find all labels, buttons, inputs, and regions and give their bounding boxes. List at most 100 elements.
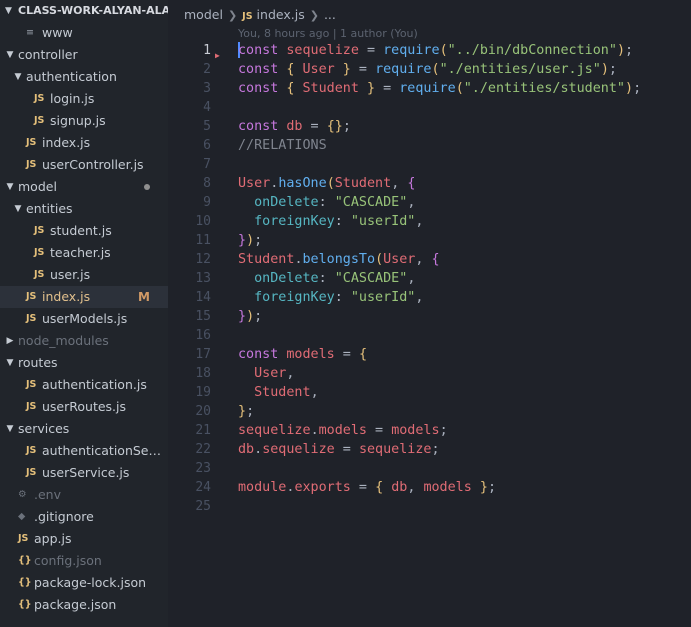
code-line[interactable]: 16 — [168, 326, 691, 345]
js-file-icon: JS — [26, 445, 37, 456]
code-line[interactable]: 9 onDelete: "CASCADE", — [168, 193, 691, 212]
breadcrumb-more[interactable]: ... — [324, 7, 336, 22]
code-line[interactable]: 11}); — [168, 231, 691, 250]
code-token: const — [238, 81, 287, 96]
code-token: models — [318, 423, 367, 438]
tree-file[interactable]: JS authentication.js — [0, 374, 168, 396]
code-token: } — [334, 62, 351, 77]
code-text: }; — [238, 402, 254, 421]
js-file-icon: JS — [26, 159, 37, 170]
code-line[interactable]: 3 const { Student } = require("./entities… — [168, 79, 691, 98]
code-line[interactable]: 24 module.exports = { db, models }; — [168, 478, 691, 497]
editor-pane[interactable]: model ❯ JS index.js ❯... You, 8 hours ago | … — [168, 0, 691, 627]
tree-item-label: user.js — [50, 267, 91, 282]
tree-file[interactable]: {} config.json — [0, 550, 168, 572]
code-token: const — [238, 347, 287, 362]
code-token: models — [391, 423, 440, 438]
js-file-icon: JS — [26, 291, 37, 302]
code-line[interactable]: 25 — [168, 497, 691, 516]
js-file-icon: JS — [26, 313, 37, 324]
breadcrumb: model ❯ JS index.js ❯... — [168, 0, 336, 30]
tree-file[interactable]: ⚙ .env — [0, 484, 168, 506]
js-file-icon: JS — [34, 247, 45, 258]
code-line[interactable]: 1 ▶ const sequelize = require("../bin/dbCo… — [168, 41, 691, 60]
json-file-icon: {} — [18, 555, 32, 566]
code-token: , — [415, 214, 424, 229]
code-line[interactable]: 15}); — [168, 307, 691, 326]
code-token: sequelize — [238, 423, 311, 438]
code-line[interactable]: 17 const models = { — [168, 345, 691, 364]
code-line[interactable]: 8 User.hasOne(Student, { — [168, 174, 691, 193]
tree-file[interactable]: {} package.json — [0, 594, 168, 616]
code-line[interactable]: 6 //RELATIONS — [168, 136, 691, 155]
code-line[interactable]: 19 Student, — [168, 383, 691, 402]
code-line[interactable]: 22 db.sequelize = sequelize; — [168, 440, 691, 459]
code-token: Student — [254, 385, 311, 400]
tree-file[interactable]: ≡ www — [0, 22, 168, 44]
code-line[interactable]: 7 — [168, 155, 691, 174]
code-token: foreignKey — [254, 290, 335, 305]
code-line[interactable]: 12 Student.belongsTo(User, { — [168, 250, 691, 269]
tree-file[interactable]: JS userRoutes.js — [0, 396, 168, 418]
code-line[interactable]: 23 — [168, 459, 691, 478]
code-line[interactable]: 4 — [168, 98, 691, 117]
code-token: ( — [431, 62, 440, 77]
code-token: , — [407, 480, 424, 495]
tree-file[interactable]: JS userModels.js — [0, 308, 168, 330]
tree-file[interactable]: JS userService.js — [0, 462, 168, 484]
code-line[interactable]: 2 const { User } = require("./entities/us… — [168, 60, 691, 79]
tree-file[interactable]: JS authenticationService.js — [0, 440, 168, 462]
line-number: 7 — [203, 157, 211, 172]
git-blame-annotation[interactable]: You, 8 hours ago | 1 author (You) — [238, 27, 418, 40]
tree-folder[interactable]: ▼ model — [0, 176, 168, 198]
tree-folder[interactable]: ▼ controller — [0, 44, 168, 66]
code-line[interactable]: 13 onDelete: "CASCADE", — [168, 269, 691, 288]
code-line[interactable]: 18 User, — [168, 364, 691, 383]
tree-file[interactable]: JS user.js — [0, 264, 168, 286]
tree-folder[interactable]: ▶ node_modules — [0, 330, 168, 352]
tree-folder[interactable]: ▼ services — [0, 418, 168, 440]
tree-file[interactable]: JS index.js — [0, 132, 168, 154]
tree-folder[interactable]: ▼ routes — [0, 352, 168, 374]
tree-folder[interactable]: ▼ entities — [0, 198, 168, 220]
code-line[interactable]: 14 foreignKey: "userId", — [168, 288, 691, 307]
code-token: Student — [302, 81, 359, 96]
code-token: Student — [238, 252, 295, 267]
explorer-root-folder[interactable]: ▼ CLASS-WORK-ALYAN-ALAM — [0, 0, 168, 22]
line-number: 3 — [203, 81, 211, 96]
code-token: ( — [375, 252, 384, 267]
code-area[interactable]: 1 ▶ const sequelize = require("../bin/dbCo… — [168, 41, 691, 516]
tree-file[interactable]: ◆ .gitignore — [0, 506, 168, 528]
code-line[interactable]: 21 sequelize.models = models; — [168, 421, 691, 440]
code-token: db — [286, 119, 303, 134]
tree-file[interactable]: JS signup.js — [0, 110, 168, 132]
line-number: 18 — [195, 366, 211, 381]
breadcrumb-file[interactable]: index.js — [257, 7, 305, 22]
tree-file[interactable]: JS userController.js — [0, 154, 168, 176]
tree-file[interactable]: JS index.js M — [0, 286, 168, 308]
code-token: , — [407, 271, 416, 286]
breadcrumb-folder[interactable]: model — [184, 7, 223, 22]
code-token: ; — [342, 119, 351, 134]
code-line[interactable]: 5 const db = {}; — [168, 117, 691, 136]
code-token: : — [318, 195, 335, 210]
tree-file[interactable]: JS student.js — [0, 220, 168, 242]
code-token: require — [375, 62, 432, 77]
tree-item-label: userModels.js — [42, 311, 128, 326]
code-token: = — [302, 119, 327, 134]
tree-item-label: controller — [18, 47, 78, 62]
code-token: onDelete — [254, 271, 319, 286]
js-file-icon: JS — [34, 115, 45, 126]
tree-file[interactable]: JS teacher.js — [0, 242, 168, 264]
line-number: 20 — [195, 404, 211, 419]
code-line[interactable]: 20}; — [168, 402, 691, 421]
line-number: 9 — [203, 195, 211, 210]
tree-file[interactable]: JS app.js — [0, 528, 168, 550]
code-line[interactable]: 10 foreignKey: "userId", — [168, 212, 691, 231]
js-file-icon: JS — [26, 467, 37, 478]
tree-file[interactable]: {} package-lock.json — [0, 572, 168, 594]
tree-item-label: teacher.js — [50, 245, 111, 260]
tree-file[interactable]: JS login.js — [0, 88, 168, 110]
tree-folder[interactable]: ▼ authentication — [0, 66, 168, 88]
code-token: ; — [439, 423, 448, 438]
